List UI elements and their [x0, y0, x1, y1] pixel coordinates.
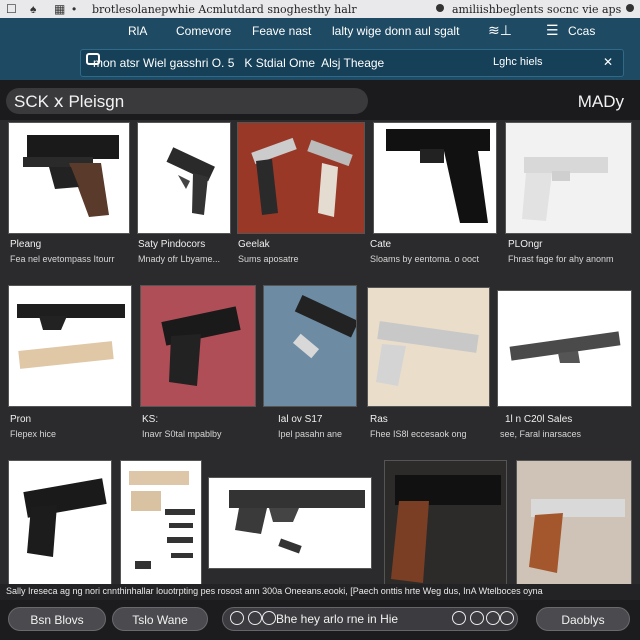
product-subtitle: Fhee IS8l eccesaok ong — [370, 429, 467, 439]
close-icon[interactable]: ✕ — [603, 55, 613, 69]
section-action[interactable]: MADy — [578, 92, 624, 112]
product-subtitle: Flepex hice — [10, 429, 57, 439]
product-image[interactable] — [140, 285, 256, 407]
product-title[interactable]: 1l n C20l Sales — [505, 414, 572, 425]
product-title[interactable]: Geelak — [238, 239, 270, 250]
product-title[interactable]: KS: — [142, 414, 158, 425]
wifi-icon[interactable]: ≋⊥ — [488, 22, 512, 39]
product-subtitle: Ipel pasahn ane — [278, 429, 343, 439]
product-image[interactable] — [8, 122, 130, 234]
product-title[interactable]: Pron — [10, 414, 31, 425]
caption-text: Sally Ireseca ag ng nori cnnthinhallar l… — [6, 586, 543, 596]
nav-item[interactable]: Comevore — [176, 24, 231, 38]
product-image[interactable] — [137, 122, 231, 234]
window-subtitle: amiliishbeglents socnc vie aps — [452, 3, 622, 16]
settings-icon[interactable] — [470, 611, 484, 625]
status-dot-icon — [626, 4, 634, 12]
product-subtitle: Sums aposatre — [238, 254, 299, 264]
lock-icon — [86, 53, 100, 65]
search-bar[interactable]: Lghc hiels ✕ — [80, 49, 624, 77]
header: RlA Comevore Feave nast lalty wige donn … — [0, 18, 640, 80]
app-icon[interactable]: ☐ — [6, 2, 17, 16]
product-subtitle: Mnady ofr Lbyame... — [138, 254, 221, 264]
nav-item[interactable]: RlA — [128, 24, 147, 38]
nav-item[interactable]: Feave nast — [252, 24, 311, 38]
product-image[interactable] — [263, 285, 357, 407]
circle-icon[interactable] — [230, 611, 244, 625]
product-image[interactable] — [208, 477, 372, 569]
product-image[interactable] — [505, 122, 632, 234]
window-title: brotlesolanepwhie Acmlutdard snoghesthy … — [92, 3, 357, 16]
product-title[interactable]: PLOngr — [508, 239, 542, 250]
product-title[interactable]: Pleang — [10, 239, 41, 250]
section-title: SCK ⅹ Pleisgn — [14, 92, 125, 111]
caption-strip: Sally Ireseca ag ng nori cnnthinhallar l… — [0, 584, 640, 600]
circle-icon[interactable] — [452, 611, 466, 625]
dot-icon: • — [72, 2, 77, 16]
product-image[interactable] — [237, 122, 365, 234]
nav-item[interactable]: Ccas — [568, 24, 595, 38]
display-button[interactable]: Daoblys — [536, 607, 630, 631]
product-subtitle: Fhrast fage for ahy anonm — [508, 254, 614, 264]
product-subtitle: Sloams by eentoma. o ooct — [370, 254, 480, 264]
tools-button[interactable]: Tslo Wane — [112, 607, 208, 631]
nav-row: RlA Comevore Feave nast lalty wige donn … — [0, 18, 640, 44]
circle-icon[interactable] — [500, 611, 514, 625]
status-dot-icon — [436, 4, 444, 12]
product-image[interactable] — [367, 287, 490, 407]
menu-icon[interactable]: ☰ — [546, 22, 559, 39]
product-image[interactable] — [373, 122, 497, 234]
circle-icon[interactable] — [248, 611, 262, 625]
os-top-bar: ☐ ♠ ▦ • brotlesolanepwhie Acmlutdard sno… — [0, 0, 640, 19]
footer-search-text: Bhe hey arlo rne in Hie — [276, 612, 399, 626]
search-input[interactable] — [91, 53, 455, 73]
refresh-icon[interactable] — [262, 611, 276, 625]
product-title[interactable]: Cate — [370, 239, 391, 250]
product-image[interactable] — [384, 460, 507, 587]
product-subtitle: see, Faral inarsaces — [500, 429, 582, 439]
product-image[interactable] — [8, 460, 112, 587]
product-image[interactable] — [8, 285, 132, 407]
product-title[interactable]: Ial ov S17 — [278, 414, 322, 425]
product-image[interactable] — [497, 290, 632, 407]
nav-item[interactable]: lalty wige donn aul sgalt — [332, 24, 459, 38]
product-title[interactable]: Ras — [370, 414, 388, 425]
product-image[interactable] — [516, 460, 632, 587]
search-hints: Lghc hiels — [493, 56, 543, 68]
grid-icon[interactable]: ▦ — [54, 2, 65, 16]
browse-button[interactable]: Bsn Blovs — [8, 607, 106, 631]
pin-icon[interactable]: ♠ — [30, 2, 36, 16]
circle-icon[interactable] — [486, 611, 500, 625]
product-subtitle: Fea nel evetompass Itourr — [10, 254, 115, 264]
product-title[interactable]: Saty Pindocors — [138, 239, 205, 250]
product-subtitle: Inavr S0tal mpablby — [142, 429, 222, 439]
product-image[interactable] — [120, 460, 202, 587]
